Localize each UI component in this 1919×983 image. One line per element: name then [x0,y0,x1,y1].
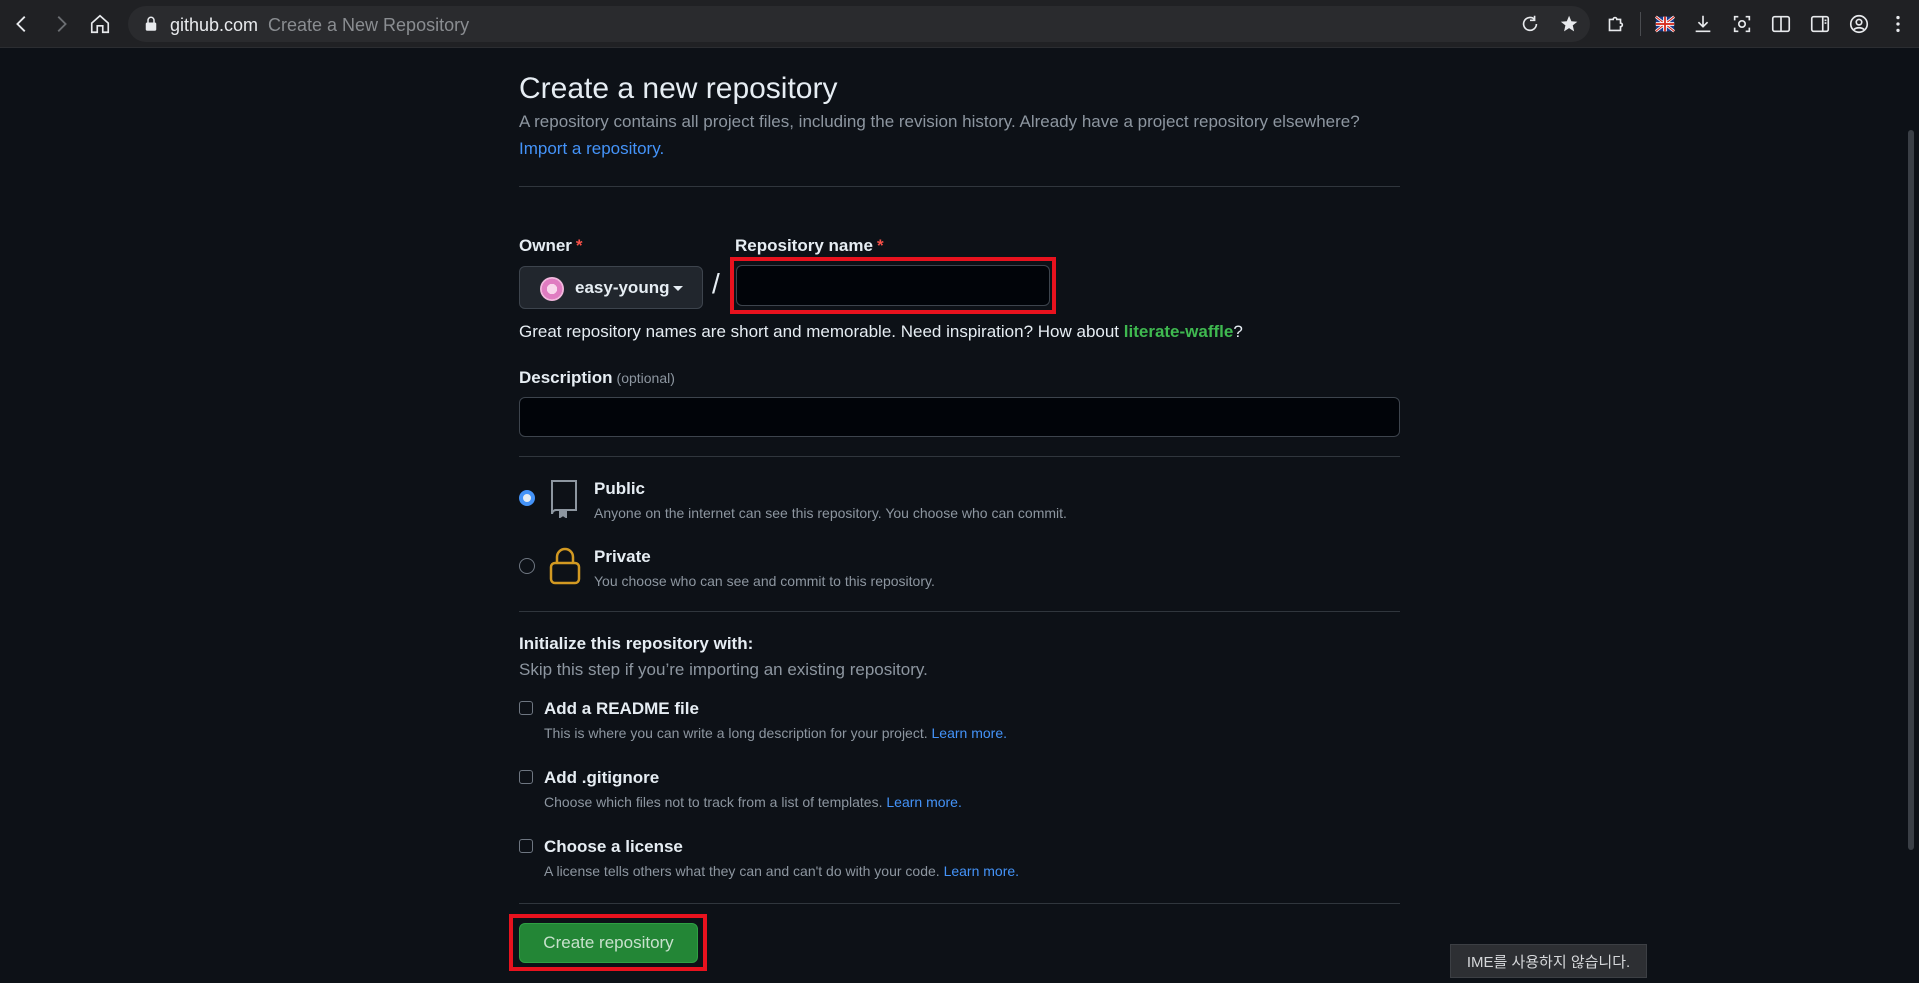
readme-learn-more-link[interactable]: Learn more. [932,725,1007,741]
description-label: Description (optional) [519,368,675,387]
required-mark: * [876,236,884,255]
create-repository-button[interactable]: Create repository [519,923,698,963]
divider [519,456,1400,457]
public-description: Anyone on the internet can see this repo… [594,505,1067,521]
home-button[interactable] [86,10,114,38]
favorites-button[interactable] [1556,10,1584,38]
gitignore-title: Add .gitignore [544,768,660,787]
repo-name-label: Repository name * [735,236,884,255]
gitignore-checkbox[interactable] [519,770,533,784]
license-title: Choose a license [544,837,683,856]
license-learn-more-link[interactable]: Learn more. [944,863,1019,879]
downloads-button[interactable] [1689,10,1717,38]
public-title: Public [594,479,646,498]
owner-repo-separator: / [712,268,720,299]
sidebar-button[interactable] [1806,10,1834,38]
initialize-subtitle: Skip this step if you’re importing an ex… [519,660,928,679]
private-description: You choose who can see and commit to thi… [594,573,935,589]
more-vertical-icon [1896,15,1900,33]
toolbar-divider [1640,12,1641,36]
initialize-title: Initialize this repository with: [519,634,754,653]
profile-icon [1849,14,1869,34]
uk-flag-icon [1654,15,1676,33]
split-screen-icon [1771,15,1791,33]
ime-status-toast: IME를 사용하지 않습니다. [1450,944,1647,978]
optional-tag: (optional) [616,370,675,386]
page-lead: A repository contains all project files,… [519,112,1360,131]
divider [519,903,1400,904]
url-domain: github.com [170,15,259,35]
chevron-left-icon [16,16,26,32]
license-description: A license tells others what they can and… [544,863,1020,879]
refresh-button[interactable] [1516,10,1544,38]
required-mark: * [575,236,583,255]
split-screen-button[interactable] [1767,10,1795,38]
browser-toolbar: github.com Create a New Repository [0,0,1919,48]
screenshot-icon [1733,15,1751,33]
chevron-right-icon [57,16,67,32]
public-radio[interactable] [519,490,535,506]
lock-icon [549,547,581,585]
private-title: Private [594,547,651,566]
url-page-title: Create a New Repository [268,15,470,35]
download-icon [1695,15,1711,33]
screenshot-button[interactable] [1728,10,1756,38]
repo-name-hint: Great repository names are short and mem… [519,322,1243,341]
owner-select-button[interactable]: easy-young [519,266,703,309]
name-suggestion-link[interactable]: literate-waffle [1124,322,1234,341]
menu-button[interactable] [1884,10,1912,38]
gitignore-description: Choose which files not to track from a l… [544,794,962,810]
back-button[interactable] [8,10,36,38]
home-icon [90,14,110,34]
refresh-icon [1522,15,1538,32]
address-bar[interactable]: github.com Create a New Repository [128,6,1590,42]
lock-icon [145,16,157,31]
readme-title: Add a README file [544,699,699,718]
caret-down-icon [673,286,683,291]
readme-description: This is where you can write a long descr… [544,725,1007,741]
language-extension-button[interactable] [1651,10,1679,38]
page-scrollbar[interactable] [1908,130,1914,850]
avatar [540,277,564,301]
owner-label: Owner * [519,236,583,255]
owner-name: easy-young [575,278,670,297]
import-repository-link[interactable]: Import a repository. [519,139,664,159]
repo-name-input[interactable] [736,265,1050,306]
readme-checkbox[interactable] [519,701,533,715]
sidebar-icon [1810,15,1830,33]
profile-button[interactable] [1845,10,1873,38]
star-plus-icon [1560,15,1578,32]
gitignore-learn-more-link[interactable]: Learn more. [886,794,961,810]
divider [519,611,1400,612]
divider [519,186,1400,187]
license-checkbox[interactable] [519,839,533,853]
puzzle-icon [1608,16,1624,32]
description-input[interactable] [519,397,1400,437]
extensions-button[interactable] [1601,10,1629,38]
page-title: Create a new repository [519,72,838,105]
private-radio[interactable] [519,558,535,574]
repo-icon [551,480,577,518]
forward-button[interactable] [47,10,75,38]
